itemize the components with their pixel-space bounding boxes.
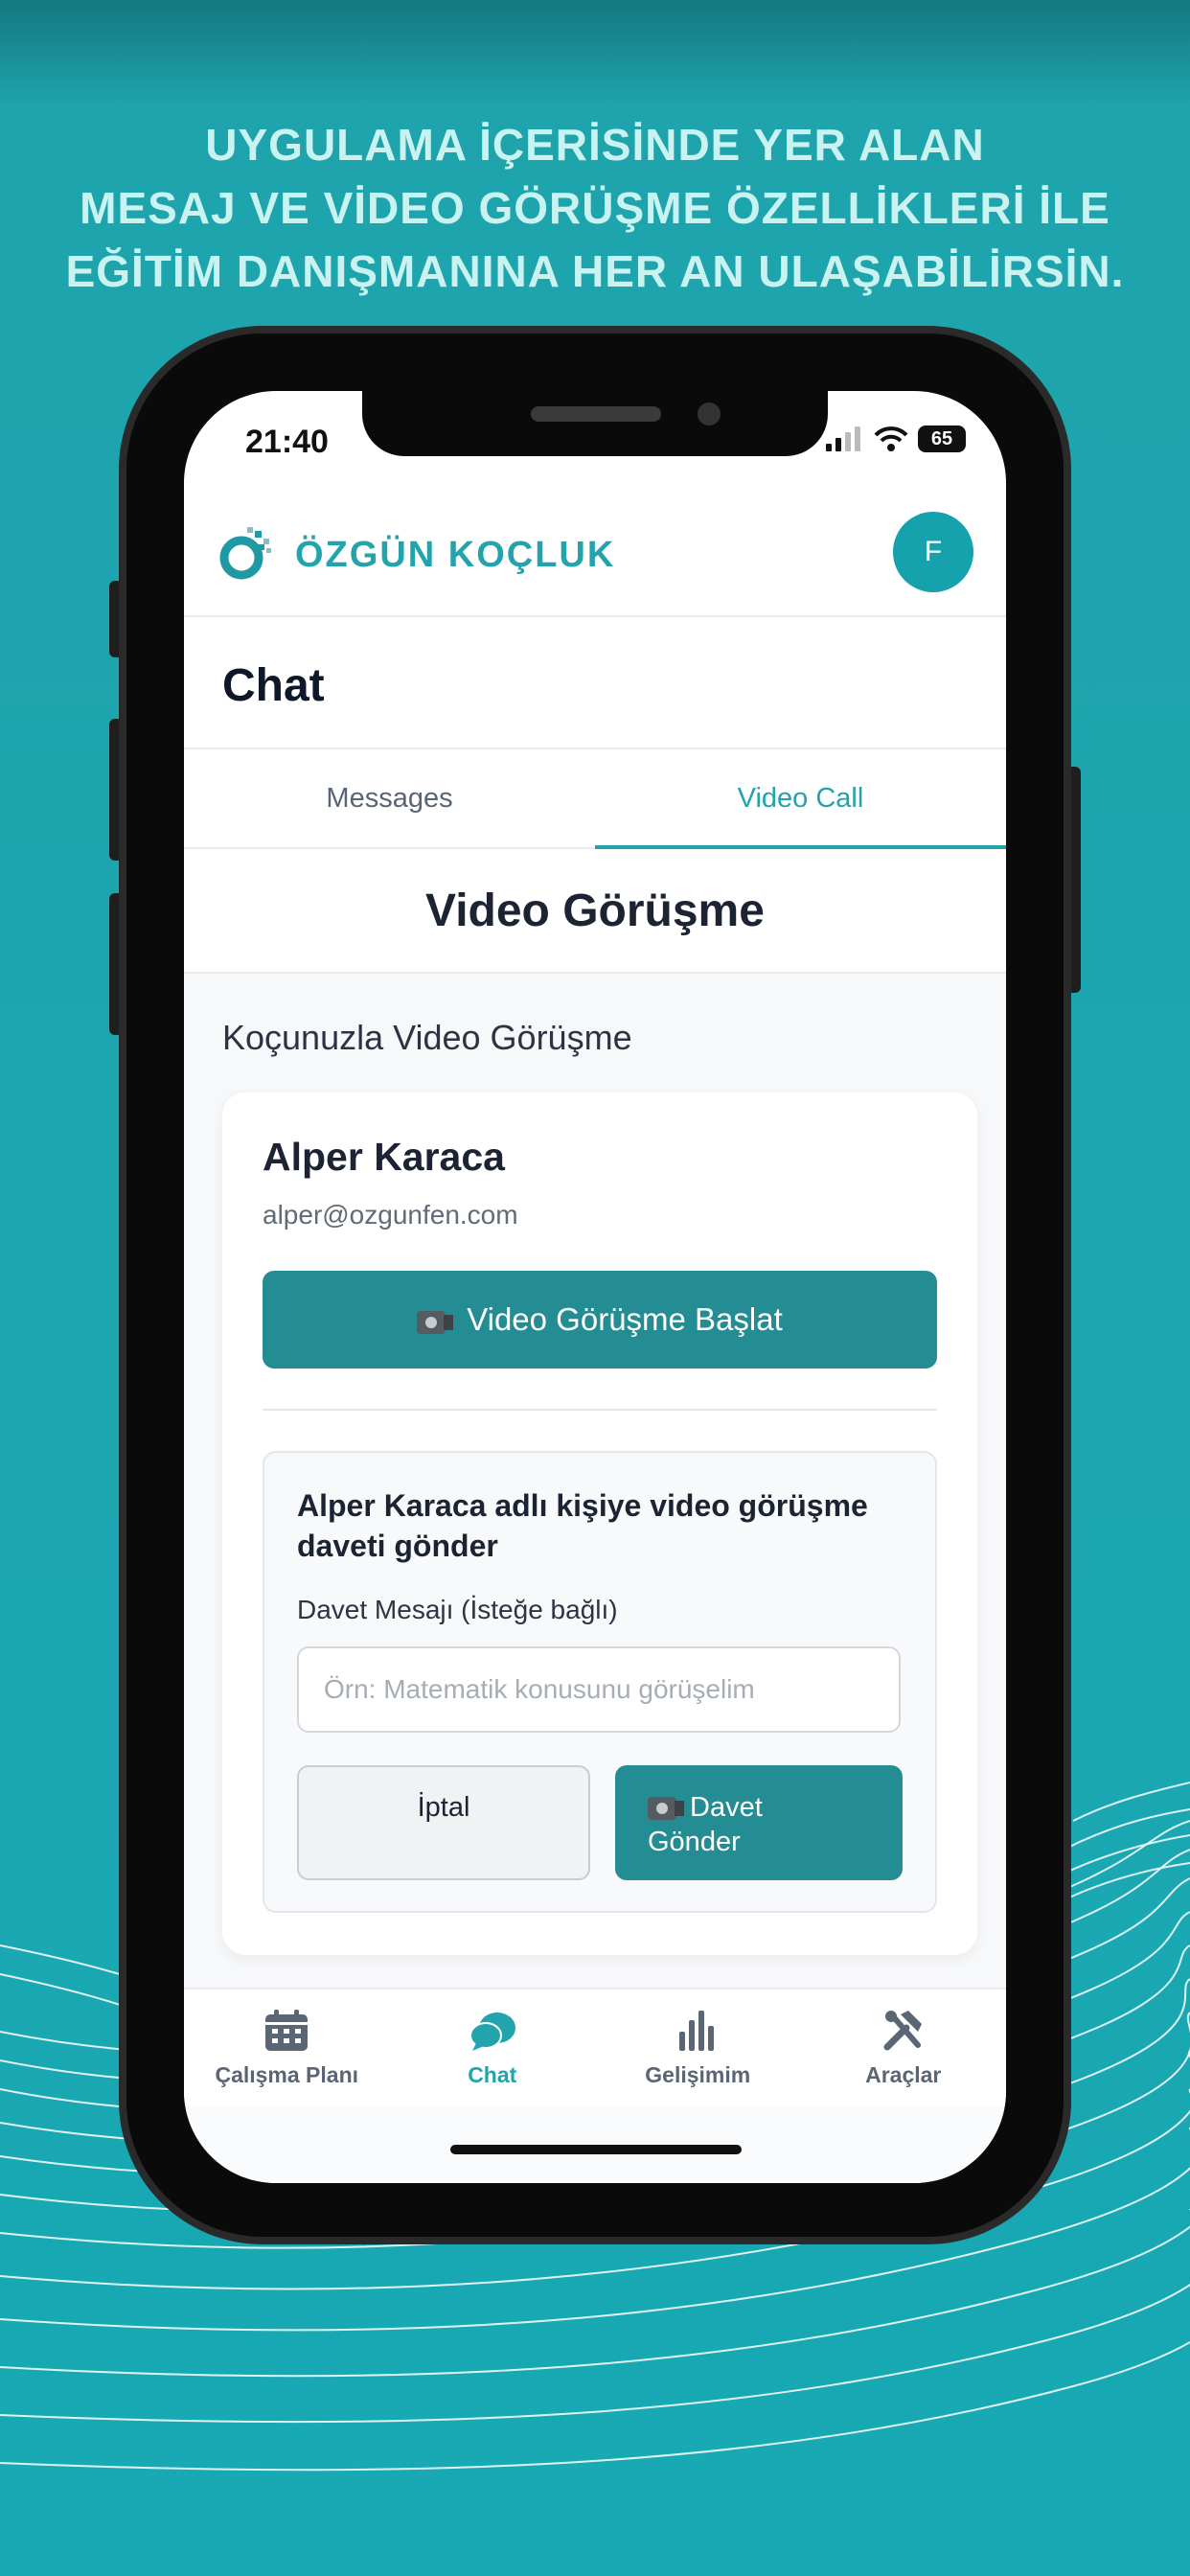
section-title: Video Görüşme <box>425 885 765 936</box>
battery-icon: 65 <box>918 426 966 452</box>
section-subtitle: Koçunuzla Video Görüşme <box>222 1018 632 1057</box>
bottom-navigation: Çalışma Planı Chat Gelişimim Araçlar <box>184 1988 1006 2106</box>
send-invite-label-line2: Gönder <box>648 1827 741 1857</box>
tab-video-call[interactable]: Video Call <box>595 749 1006 849</box>
page-title-bar: Chat <box>184 617 1006 749</box>
start-video-call-label: Video Görüşme Başlat <box>467 1301 783 1337</box>
promo-line-2: MESAJ VE VİDEO GÖRÜŞME ÖZELLİKLERİ İLE <box>80 183 1110 233</box>
nav-item-calisma-plani[interactable]: Çalışma Planı <box>184 1990 390 2106</box>
ozgun-logo-icon <box>219 527 271 580</box>
invite-panel: Alper Karaca adlı kişiye video görüşme d… <box>263 1451 937 1913</box>
home-indicator-area <box>184 2106 1006 2183</box>
nav-label-araclar: Araçlar <box>865 2061 942 2087</box>
invite-message-label: Davet Mesajı (İsteğe bağlı) <box>297 1595 618 1624</box>
avatar-initial: F <box>924 536 943 567</box>
phone-screen: 21:40 65 ÖZGÜN KOÇLUK F Chat Messages Vi… <box>184 391 1006 2183</box>
video-call-content: Koçunuzla Video Görüşme Alper Karaca alp… <box>184 974 1006 1988</box>
app-header: ÖZGÜN KOÇLUK F <box>184 487 1006 617</box>
video-camera-icon <box>648 1791 684 1820</box>
cancel-button[interactable]: İptal <box>297 1765 590 1880</box>
send-invite-button[interactable]: Davet Gönder <box>615 1765 903 1880</box>
invite-message-input[interactable]: Örn: Matematik konusunu görüşelim <box>297 1646 901 1733</box>
nav-item-chat[interactable]: Chat <box>390 1990 596 2106</box>
front-camera <box>698 402 721 426</box>
tab-messages[interactable]: Messages <box>184 749 595 847</box>
nav-label-gelisimim: Gelişimim <box>645 2061 751 2087</box>
user-avatar-button[interactable]: F <box>893 512 973 592</box>
nav-label-calisma-plani: Çalışma Planı <box>215 2061 359 2087</box>
speaker-grille <box>531 406 661 422</box>
invite-title: Alper Karaca adlı kişiye video görüşme d… <box>297 1488 868 1563</box>
chat-bubbles-icon <box>469 2012 515 2051</box>
phone-bezel: 21:40 65 ÖZGÜN KOÇLUK F Chat Messages Vi… <box>126 334 1064 2237</box>
nav-item-gelisimim[interactable]: Gelişimim <box>595 1990 801 2106</box>
notch <box>362 391 828 456</box>
calendar-icon <box>265 2009 309 2051</box>
cancel-label: İptal <box>417 1792 470 1823</box>
coach-card: Alper Karaca alper@ozgunfen.com Video Gö… <box>222 1092 977 1955</box>
brand-name: ÖZGÜN KOÇLUK <box>295 535 616 575</box>
invite-message-placeholder: Örn: Matematik konusunu görüşelim <box>324 1674 755 1704</box>
cellular-signal-icon <box>826 426 860 451</box>
bar-chart-icon <box>679 2010 715 2051</box>
page-title: Chat <box>222 660 325 711</box>
status-time: 21:40 <box>245 424 329 460</box>
nav-item-araclar[interactable]: Araçlar <box>801 1990 1007 2106</box>
home-indicator[interactable] <box>450 2145 742 2154</box>
nav-label-chat: Chat <box>468 2061 517 2087</box>
send-invite-label-line1: Davet <box>690 1792 763 1823</box>
section-header: Video Görüşme <box>184 849 1006 974</box>
promo-line-3: EĞİTİM DANIŞMANINA HER AN ULAŞABİLİRSİN. <box>65 246 1125 296</box>
chat-tabs: Messages Video Call <box>184 749 1006 849</box>
start-video-call-button[interactable]: Video Görüşme Başlat <box>263 1271 937 1368</box>
promo-headline: UYGULAMA İÇERİSİNDE YER ALAN MESAJ VE Vİ… <box>0 113 1190 303</box>
coach-name: Alper Karaca <box>263 1135 505 1179</box>
tools-icon <box>883 2010 922 2050</box>
wifi-icon <box>874 426 908 451</box>
status-icons: 65 <box>826 426 966 452</box>
phone-frame: 21:40 65 ÖZGÜN KOÇLUK F Chat Messages Vi… <box>119 326 1071 2244</box>
coach-email: alper@ozgunfen.com <box>263 1200 518 1230</box>
divider <box>263 1409 937 1411</box>
promo-line-1: UYGULAMA İÇERİSİNDE YER ALAN <box>205 120 985 170</box>
video-camera-icon <box>417 1305 454 1334</box>
battery-level: 65 <box>930 427 953 449</box>
